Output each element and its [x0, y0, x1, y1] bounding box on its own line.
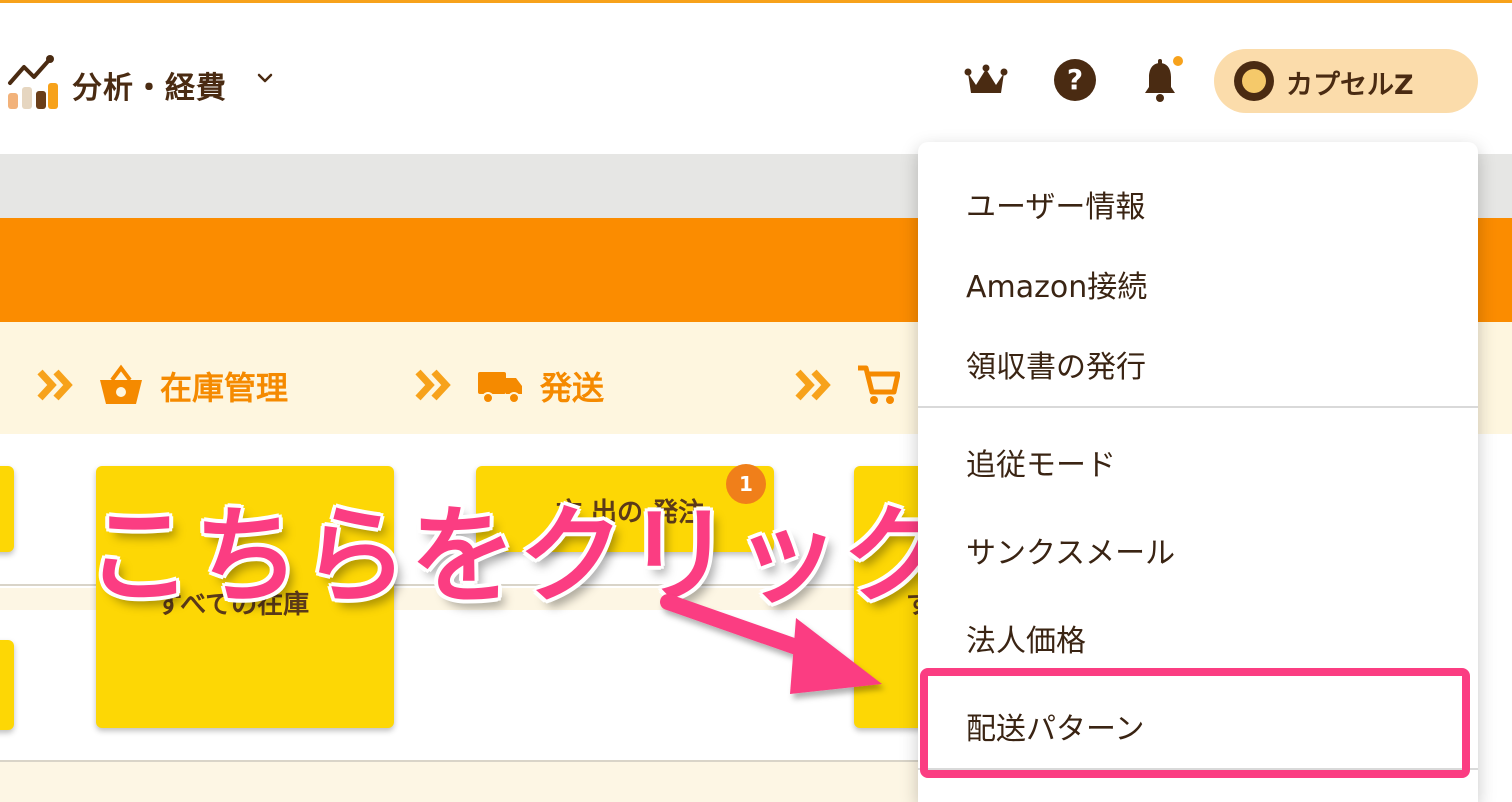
menu-divider — [918, 406, 1478, 408]
step-shipping[interactable]: 発送 — [540, 363, 604, 409]
section-title[interactable]: 分析・経費 — [72, 63, 227, 107]
notification-bell-icon[interactable] — [1140, 55, 1184, 105]
double-chevron-right-icon — [795, 369, 831, 401]
crown-icon[interactable] — [964, 63, 1008, 99]
inventory-card[interactable] — [0, 466, 14, 552]
user-avatar-icon — [1234, 61, 1274, 101]
menu-item-thanks-mail[interactable]: サンクスメール — [966, 528, 1175, 572]
double-chevron-right-icon — [415, 369, 451, 401]
menu-item-follow-mode[interactable]: 追従モード — [966, 440, 1116, 484]
row-strip — [0, 762, 920, 802]
username-label: カプセルZ — [1286, 70, 1414, 101]
app-header: 分析・経費 ? カプセルZ — [0, 3, 1512, 154]
inventory-card[interactable] — [0, 640, 14, 730]
pointer-arrow-icon — [660, 594, 882, 694]
truck-icon[interactable] — [476, 368, 524, 406]
menu-item-receipt[interactable]: 領収書の発行 — [966, 342, 1146, 386]
chevron-down-icon[interactable] — [254, 67, 276, 89]
highlight-frame — [920, 668, 1470, 778]
menu-item-user-info[interactable]: ユーザー情報 — [966, 182, 1145, 226]
menu-item-corporate-price[interactable]: 法人価格 — [966, 616, 1086, 660]
user-menu-button[interactable]: カプセルZ — [1214, 49, 1478, 113]
svg-text:?: ? — [1067, 63, 1083, 96]
cart-icon[interactable] — [856, 364, 900, 406]
analytics-chart-icon — [8, 55, 58, 109]
help-icon[interactable]: ? — [1052, 57, 1098, 103]
double-chevron-right-icon — [37, 369, 73, 401]
basket-icon[interactable] — [98, 364, 144, 406]
step-inventory[interactable]: 在庫管理 — [160, 363, 288, 409]
menu-item-amazon-connect[interactable]: Amazon接続 — [966, 262, 1147, 306]
